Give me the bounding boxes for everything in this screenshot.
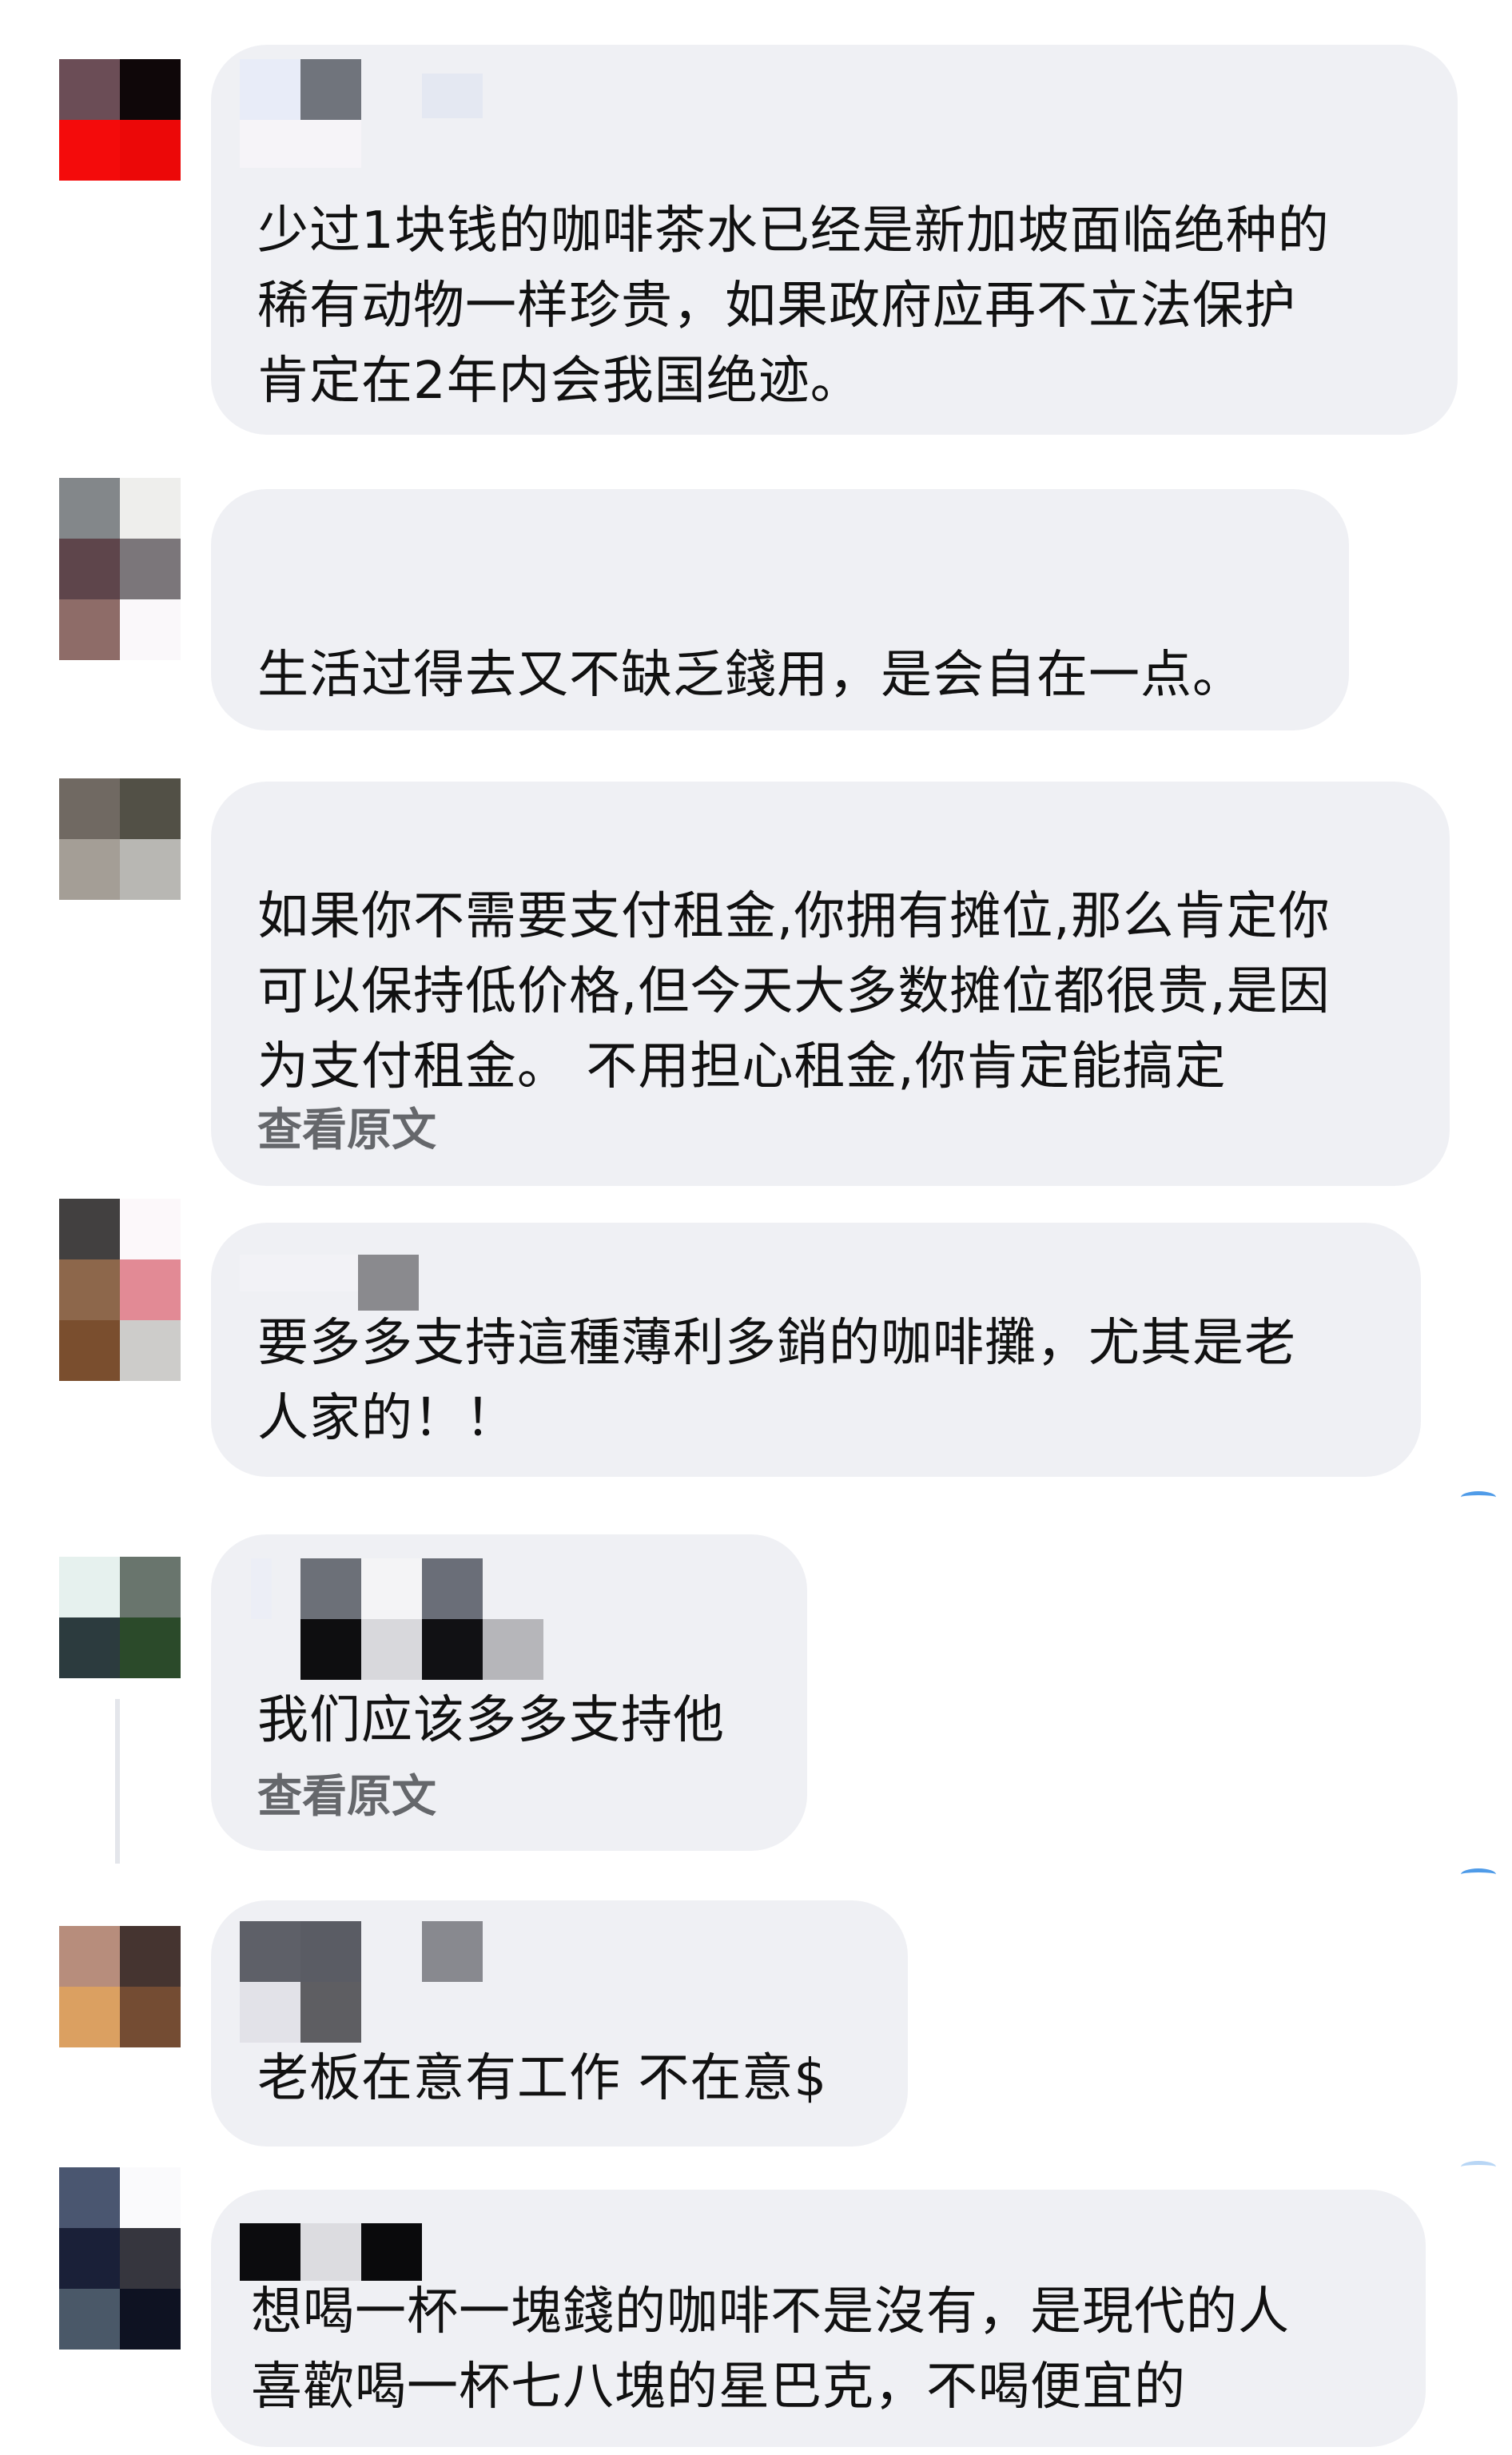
see-original-link[interactable]: 查看原文 — [257, 1769, 436, 1825]
commenter-name[interactable] — [240, 2223, 300, 2281]
comment-text: 少过1块钱的咖啡茶水已经是新加坡面临绝种的 稀有动物一样珍贵，如果政府应再不立法… — [257, 201, 1330, 411]
avatar[interactable] — [59, 1199, 181, 1381]
comment-bubble: 少过1块钱的咖啡茶水已经是新加坡面临绝种的 稀有动物一样珍贵，如果政府应再不立法… — [211, 45, 1458, 435]
avatar[interactable] — [59, 59, 181, 181]
comment-bubble: 要多多支持這種薄利多銷的咖啡攤，尤其是老 人家的！！ — [211, 1223, 1421, 1477]
see-original-link[interactable]: 查看原文 — [257, 1103, 436, 1159]
commenter-name[interactable] — [240, 59, 300, 120]
comment-bubble: 我们应该多多支持他 查看原文 — [211, 1534, 807, 1851]
avatar[interactable] — [59, 2167, 181, 2350]
comment-text: 生活过得去又不缺乏錢用，是会自在一点。 — [257, 646, 1244, 705]
scroll-indicator — [1461, 2161, 1496, 2173]
thread-line — [115, 1699, 120, 1864]
comment-text: 想喝一杯一塊錢的咖啡不是沒有，是現代的人 喜歡喝一杯七八塊的星巴克，不喝便宜的 — [251, 2282, 1290, 2417]
commenter-name[interactable] — [358, 1255, 419, 1311]
comment-text: 老板在意有工作 不在意$ — [257, 2049, 828, 2108]
avatar[interactable] — [59, 1557, 181, 1678]
scroll-indicator — [1461, 1491, 1496, 1503]
commenter-name[interactable] — [240, 1921, 300, 1982]
commenter-name[interactable] — [300, 1558, 361, 1619]
avatar[interactable] — [59, 1926, 181, 2047]
comment-text: 要多多支持這種薄利多銷的咖啡攤，尤其是老 人家的！！ — [257, 1314, 1296, 1448]
comment-text: 如果你不需要支付租金,你拥有摊位,那么肯定你 可以保持低价格,但今天大多数摊位都… — [257, 887, 1331, 1096]
comment-bubble: 老板在意有工作 不在意$ — [211, 1900, 908, 2147]
avatar[interactable] — [59, 478, 181, 660]
comment-text: 我们应该多多支持他 — [257, 1691, 725, 1750]
avatar[interactable] — [59, 778, 181, 900]
comment-bubble: 生活过得去又不缺乏錢用，是会自在一点。 — [211, 489, 1349, 730]
comment-bubble: 如果你不需要支付租金,你拥有摊位,那么肯定你 可以保持低价格,但今天大多数摊位都… — [211, 782, 1450, 1186]
comment-bubble: 想喝一杯一塊錢的咖啡不是沒有，是現代的人 喜歡喝一杯七八塊的星巴克，不喝便宜的 — [211, 2190, 1426, 2447]
scroll-indicator — [1461, 1868, 1496, 1880]
